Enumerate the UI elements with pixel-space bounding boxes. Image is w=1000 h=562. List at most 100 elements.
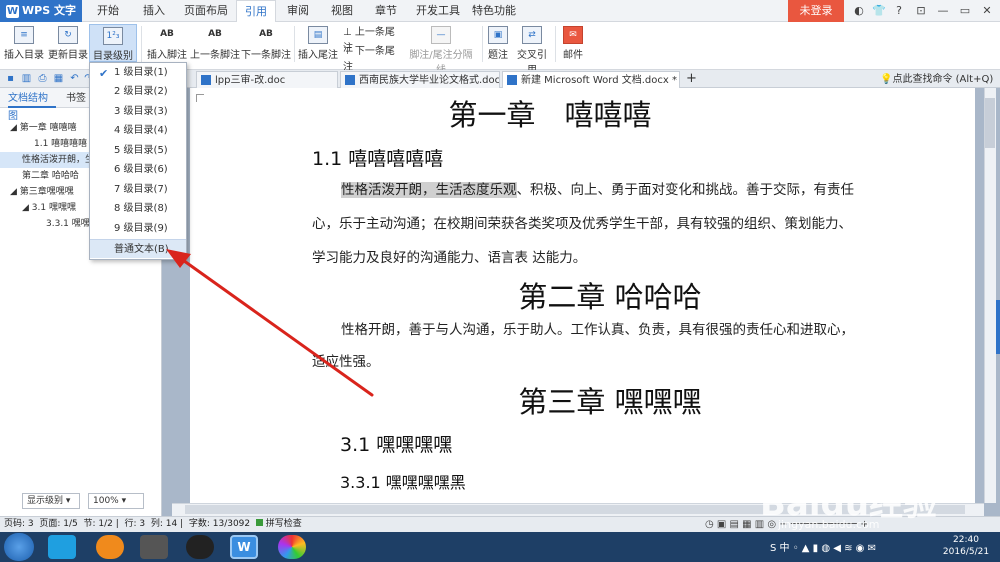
toc-level-3-option[interactable]: 3 级目录(3) — [90, 102, 186, 121]
toc-level-6-option[interactable]: 6 级目录(6) — [90, 160, 186, 179]
toc-level-button[interactable]: 1²₃目录级别 ▾ — [89, 24, 137, 73]
tab-document-map[interactable]: 文档结构图 — [8, 90, 56, 122]
mail-icon: ✉ — [563, 26, 583, 44]
toc-level-7-option[interactable]: 7 级目录(7) — [90, 180, 186, 199]
help-icon[interactable]: ? — [888, 0, 910, 22]
ribbon-separator — [482, 26, 483, 62]
next-footnote-button[interactable]: AB 下一条脚注 — [241, 24, 291, 64]
insert-footnote-button[interactable]: AB 插入脚注 — [145, 24, 189, 64]
heading-3-1[interactable]: 3.1 嘿嘿嘿嘿 — [340, 430, 452, 457]
footnote-separator-button[interactable]: —脚注/尾注分隔线 — [405, 24, 477, 76]
prev-endnote-icon: ⊥ — [343, 27, 355, 38]
toc-level-8-option[interactable]: 8 级目录(8) — [90, 199, 186, 218]
command-search[interactable]: 💡点此查找命令 (Alt+Q) — [880, 71, 1000, 88]
side-panel-handle[interactable] — [996, 300, 1000, 354]
browser-taskbar-icon[interactable] — [48, 535, 76, 559]
paragraph-2-line-1[interactable]: 性格开朗，善于与人沟通，乐于助人。工作认真、负责，具有很强的责任心和进取心， — [341, 313, 854, 347]
shirt-icon[interactable]: 👕 — [868, 0, 890, 22]
video-taskbar-icon[interactable] — [140, 535, 168, 559]
prev-endnote-button[interactable]: ⊥ 上一条尾注 — [343, 25, 401, 54]
print-icon[interactable]: ⎙ — [36, 72, 49, 85]
mail-button[interactable]: ✉ 邮件 — [560, 24, 586, 64]
save-icon[interactable]: ▪ — [4, 72, 17, 85]
tab-references[interactable]: 引用 — [236, 0, 276, 22]
spell-check-toggle[interactable]: 拼写检查 — [255, 519, 302, 529]
print-preview-icon[interactable]: ▦ — [52, 72, 65, 85]
start-button[interactable] — [4, 533, 34, 561]
tab-start[interactable]: 开始 — [88, 0, 128, 22]
paragraph-1-line-3[interactable]: 学习能力及良好的沟通能力、语言表 达能力。 — [312, 241, 586, 275]
paragraph-1-line-1[interactable]: 性格活泼开朗，生活态度乐观、积极、向上、勇于面对变化和挑战。善于交际，有责任 — [341, 173, 854, 207]
refresh-toc-icon: ↻ — [58, 26, 78, 44]
tab-chapter[interactable]: 章节 — [366, 0, 406, 22]
vertical-scroll-thumb[interactable] — [985, 98, 995, 148]
restore-ribbon-icon[interactable]: ⊡ — [910, 0, 932, 22]
doc-file-icon — [345, 75, 355, 85]
insert-endnote-button[interactable]: ▤ 插入尾注 — [297, 24, 339, 64]
login-button[interactable]: 未登录 — [788, 0, 844, 22]
zoom-select[interactable]: 100% ▾ — [88, 493, 144, 509]
close-icon[interactable]: ✕ — [976, 0, 998, 22]
new-tab-icon[interactable]: + — [686, 71, 697, 87]
next-endnote-button[interactable]: ⊤ 下一条尾注 — [343, 44, 401, 73]
nav-item-chapter3[interactable]: ◢ 第三章嘿嘿嘿 — [10, 184, 90, 200]
wifi-app-taskbar-icon[interactable] — [96, 535, 124, 559]
heading-chapter1[interactable]: 第一章 嘻嘻嘻 — [380, 92, 720, 134]
export-pdf-icon[interactable]: ▥ — [20, 72, 33, 85]
page-corner-mark — [196, 94, 204, 102]
paragraph-2-line-2[interactable]: 适应性强。 — [312, 345, 380, 379]
minimize-icon[interactable]: — — [932, 0, 954, 22]
doc-tab-1[interactable]: lpp三审-改.doc — [196, 71, 338, 88]
nav-item-paragraph[interactable]: 性格活泼开朗，生 — [0, 152, 90, 168]
heading-1-1[interactable]: 1.1 嘻嘻嘻嘻嘻 — [312, 144, 443, 171]
doc-tab-3[interactable]: 新建 Microsoft Word 文档.docx * — [502, 71, 680, 88]
tab-view[interactable]: 视图 — [322, 0, 362, 22]
paragraph-1-line-2[interactable]: 心，乐于主动沟通；在校期间荣获各类奖项及优秀学生干部，具有较强的组织、策划能力、 — [312, 207, 852, 241]
prev-footnote-icon: AB — [208, 29, 222, 39]
endnote-icon: ▤ — [308, 26, 328, 44]
wps-taskbar-icon[interactable]: W — [230, 535, 258, 559]
nav-item-1-1[interactable]: 1.1 嘻嘻嘻嘻 — [34, 136, 90, 152]
heading-chapter3[interactable]: 第三章 嘿嘿嘿 — [440, 379, 780, 421]
maximize-icon[interactable]: ▭ — [954, 0, 976, 22]
toc-level-icon: 1²₃ — [103, 27, 123, 45]
cross-reference-button[interactable]: ⇄交叉引用 — [513, 24, 551, 76]
tab-review[interactable]: 审阅 — [278, 0, 318, 22]
system-tray[interactable]: S 中 ◦ ▲ ▮ ◍ ◀ ≋ ◉ ✉ — [770, 539, 876, 554]
nav-item-3-1[interactable]: ◢ 3.1 嘿嘿嘿 — [22, 200, 90, 216]
nav-item-chapter1[interactable]: ◢ 第一章 嘻嘻嘻 — [10, 120, 90, 136]
prev-footnote-button[interactable]: AB 上一条脚注 — [190, 24, 240, 64]
caption-button[interactable]: ▣ 题注 — [485, 24, 511, 64]
status-row: 行: 3 — [124, 519, 146, 529]
next-footnote-icon: AB — [259, 29, 273, 39]
toc-level-9-option[interactable]: 9 级目录(9) — [90, 219, 186, 238]
doc-file-icon — [201, 75, 211, 85]
tab-features[interactable]: 特色功能 — [468, 0, 520, 22]
color-app-taskbar-icon[interactable] — [278, 535, 306, 559]
qq-taskbar-icon[interactable] — [186, 535, 214, 559]
tab-developer[interactable]: 开发工具 — [412, 0, 464, 22]
vertical-scrollbar[interactable] — [984, 88, 996, 503]
heading-chapter2[interactable]: 第二章 哈哈哈 — [440, 274, 780, 316]
wps-app-button[interactable]: WWPS 文字 ▾ — [0, 0, 82, 39]
skin-icon[interactable]: ◐ — [848, 0, 870, 22]
heading-3-3-1[interactable]: 3.3.1 嘿嘿嘿嘿黑 — [340, 469, 466, 493]
clock[interactable]: 22:40 2016/5/21 — [936, 534, 996, 560]
insert-toc-button[interactable]: ≡ 插入目录 — [4, 24, 44, 64]
toc-level-4-option[interactable]: 4 级目录(4) — [90, 121, 186, 140]
tab-page-layout[interactable]: 页面布局 — [180, 0, 232, 22]
show-level-select[interactable]: 显示级别 ▾ — [22, 493, 80, 509]
tab-insert[interactable]: 插入 — [134, 0, 174, 22]
wps-logo-icon: W — [6, 4, 19, 18]
update-toc-button[interactable]: ↻ 更新目录 — [47, 24, 89, 64]
nav-item-3-3-1[interactable]: 3.3.1 嘿嘿嘿 — [46, 216, 90, 232]
bulb-icon: 💡 — [880, 74, 893, 85]
toc-level-5-option[interactable]: 5 级目录(5) — [90, 141, 186, 160]
plain-text-option[interactable]: 普通文本(B) — [90, 239, 186, 258]
checkmark-icon: ✔ — [99, 67, 109, 80]
undo-icon[interactable]: ↶ — [68, 72, 81, 85]
toc-level-2-option[interactable]: 2 级目录(2) — [90, 82, 186, 101]
doc-tab-2[interactable]: 西南民族大学毕业论文格式.doc — [340, 71, 500, 88]
nav-item-chapter2[interactable]: 第二章 哈哈哈 — [22, 168, 90, 184]
status-words[interactable]: 字数: 13/3092 — [189, 519, 250, 529]
